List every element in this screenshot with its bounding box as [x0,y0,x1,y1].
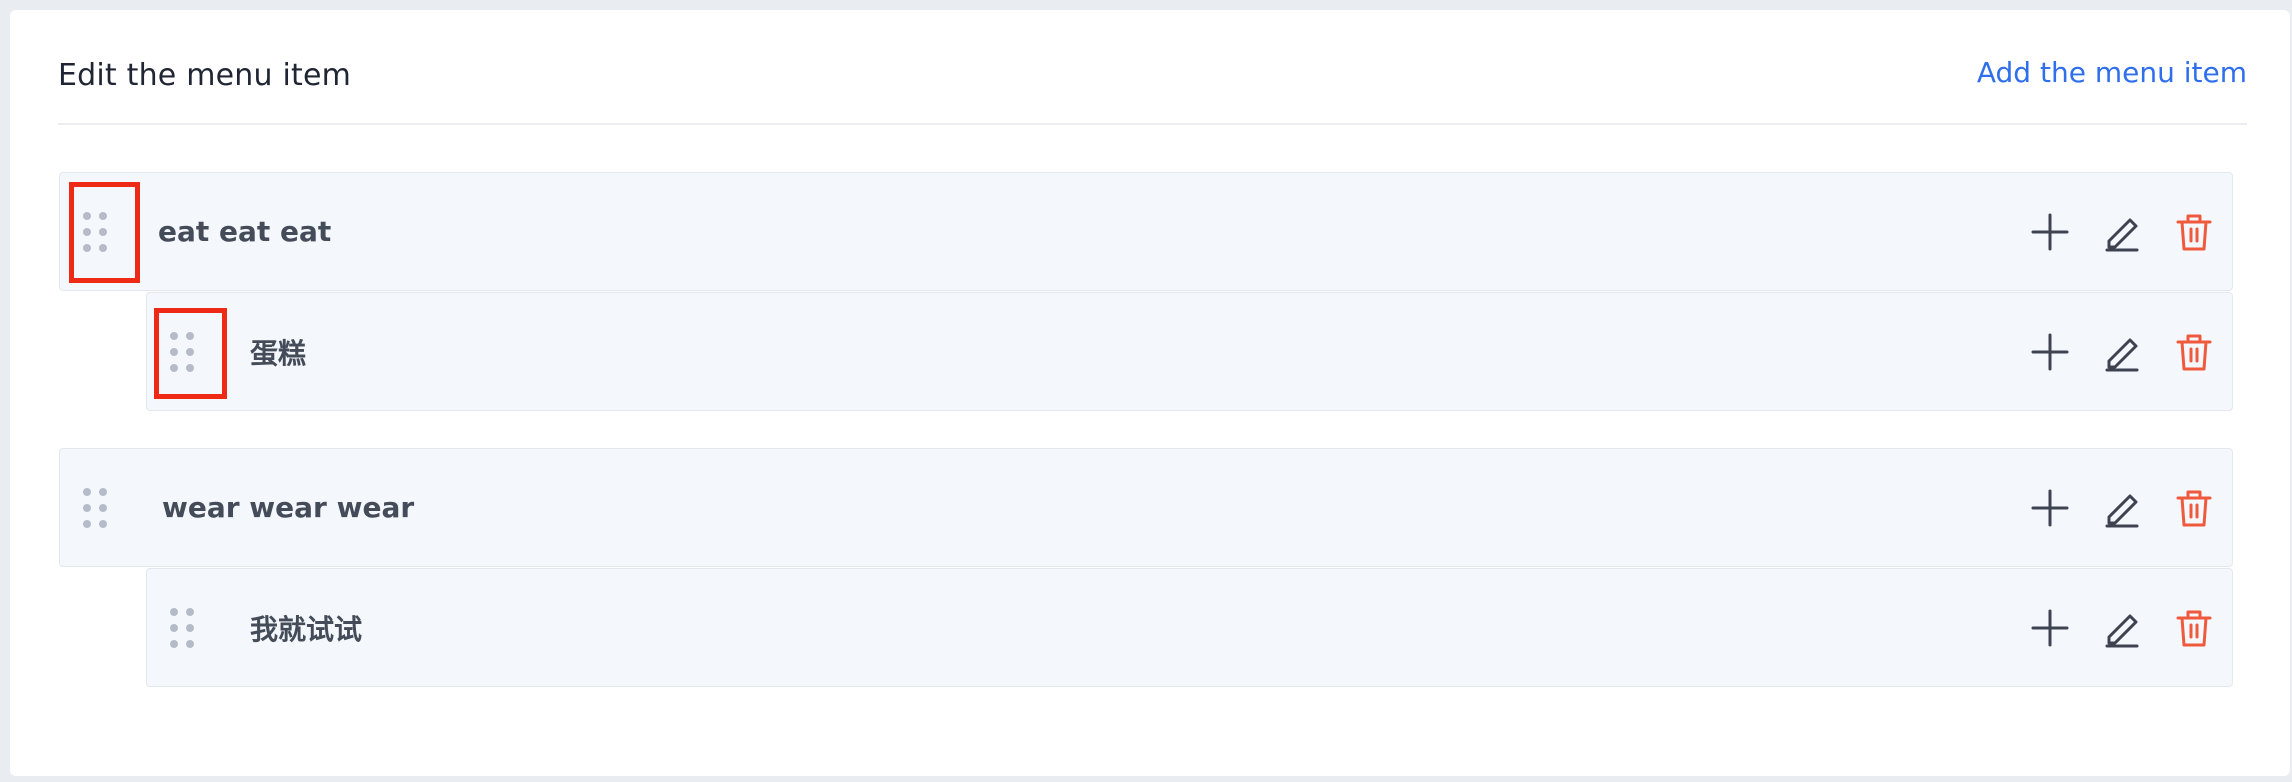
drag-handle-icon [83,487,107,528]
add-child-button[interactable] [2014,196,2086,268]
pencil-icon [2105,614,2139,647]
row-actions [2014,569,2230,686]
trash-icon [2176,334,2212,370]
add-child-button[interactable] [2014,472,2086,544]
trash-icon [2176,490,2212,526]
menu-row-wear: wear wear wear [59,448,2233,567]
trash-icon [2176,610,2212,646]
delete-button[interactable] [2158,472,2230,544]
edit-button[interactable] [2086,592,2158,664]
add-menu-item-link[interactable]: Add the menu item [1977,56,2247,89]
menu-item-label: eat eat eat [158,215,332,248]
pencil-icon [2105,494,2139,527]
trash-icon [2176,214,2212,250]
add-child-button[interactable] [2014,316,2086,388]
edit-button[interactable] [2086,472,2158,544]
plus-icon [2031,333,2069,370]
plus-icon [2031,213,2069,250]
delete-button[interactable] [2158,316,2230,388]
plus-icon [2031,489,2069,526]
pencil-icon [2105,338,2139,371]
row-actions [2014,293,2230,410]
drag-handle-highlight [69,182,140,283]
page-title: Edit the menu item [58,58,352,93]
card-header: Edit the menu item Add the menu item [58,10,2247,125]
pencil-icon [2105,218,2139,251]
row-actions [2014,449,2230,566]
add-child-button[interactable] [2014,592,2086,664]
edit-button[interactable] [2086,316,2158,388]
menu-item-label: 蛋糕 [250,336,307,370]
menu-editor-card: Edit the menu item Add the menu item eat… [10,10,2290,776]
drag-handle[interactable] [147,569,217,686]
menu-item-label: wear wear wear [162,491,415,524]
edit-button[interactable] [2086,196,2158,268]
drag-handle[interactable] [60,449,130,566]
menu-item-label: 我就试试 [250,612,363,646]
delete-button[interactable] [2158,592,2230,664]
menu-row-cake: 蛋糕 [146,292,2233,411]
delete-button[interactable] [2158,196,2230,268]
drag-handle-highlight [154,308,227,399]
row-actions [2014,173,2230,290]
menu-row-try: 我就试试 [146,568,2233,687]
drag-handle-icon [170,607,194,648]
menu-row-eat: eat eat eat [59,172,2233,291]
plus-icon [2031,609,2069,646]
